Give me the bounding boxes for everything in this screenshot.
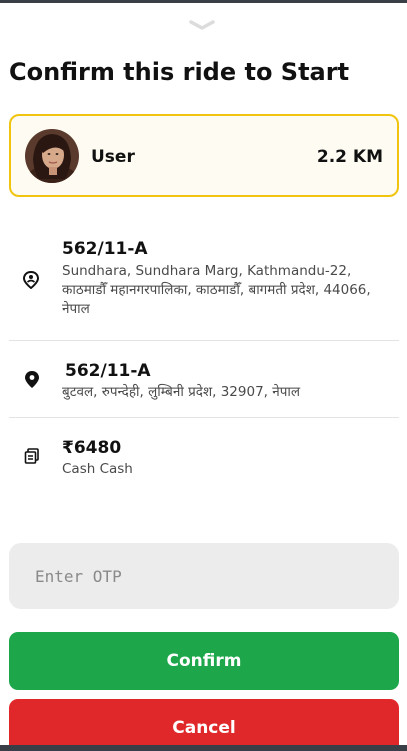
confirm-button[interactable]: Confirm [9,632,399,690]
confirm-ride-sheet: Confirm this ride to Start User 2.2 KM 5… [0,0,407,751]
pickup-address: Sundhara, Sundhara Marg, Kathmandu-22, क… [62,263,371,317]
top-edge [0,0,407,3]
pickup-title: 562/11-A [62,239,148,259]
divider [9,340,399,341]
payment-method: Cash Cash [62,461,133,477]
pickup-pin-icon [23,271,39,289]
pickup-row: 562/11-A Sundhara, Sundhara Marg, Kathma… [9,236,399,331]
otp-input[interactable] [9,543,399,609]
user-card: User 2.2 KM [9,114,399,197]
destination-address: बुटवल, रुपन्देही, लुम्बिनी प्रदेश, 32907… [62,384,301,400]
distance-value: 2.2 KM [316,147,383,167]
cancel-button[interactable]: Cancel [9,699,399,751]
user-name: User [91,147,135,167]
divider [9,417,399,418]
page-title: Confirm this ride to Start [9,58,350,86]
destination-row: 562/11-A बुटवल, रुपन्देही, लुम्बिनी प्रद… [9,358,399,408]
avatar [25,129,79,183]
chevron-down-icon[interactable] [188,19,216,31]
fare-row: ₹6480 Cash Cash [9,436,399,486]
fare-amount: ₹6480 [62,438,122,458]
bottom-edge [0,745,407,751]
location-pin-icon [25,371,39,388]
cash-icon [24,448,39,464]
destination-title: 562/11-A [65,361,151,381]
